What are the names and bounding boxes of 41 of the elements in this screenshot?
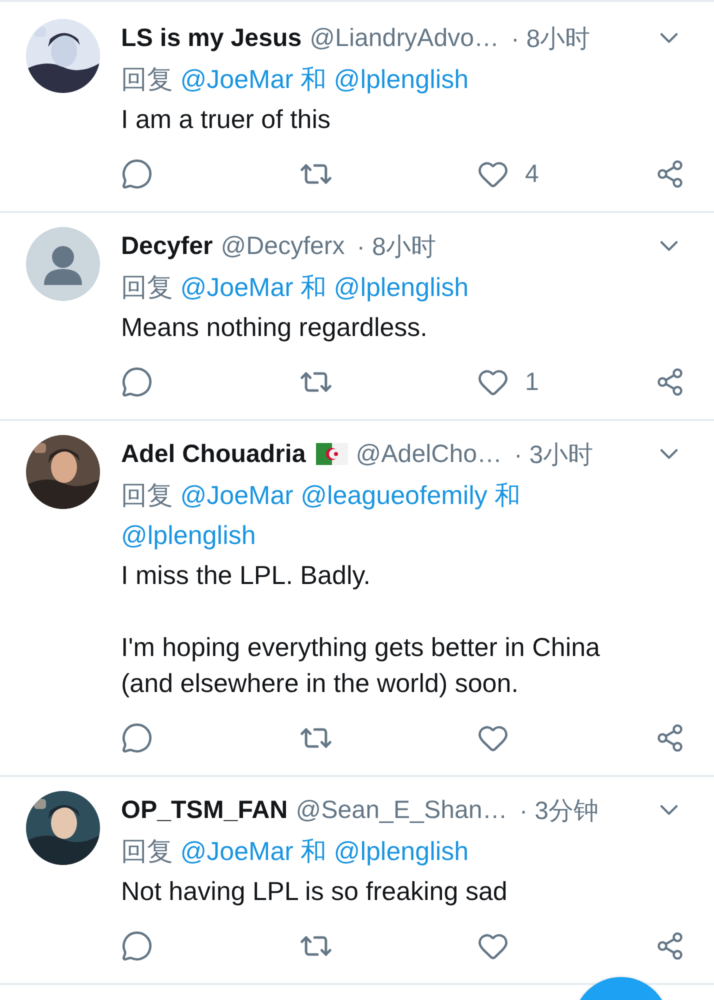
user-handle[interactable]: @LiandryAdvo… bbox=[310, 24, 500, 52]
like-count: 4 bbox=[525, 160, 539, 188]
tweet-text: Not having LPL is so freaking sad bbox=[121, 875, 508, 908]
user-handle[interactable]: @Decyferx bbox=[220, 232, 345, 260]
reply-line: 回复 @JoeMar 和 @lplenglish bbox=[121, 271, 470, 304]
mention-link[interactable]: @JoeMar bbox=[180, 836, 294, 866]
reply-icon[interactable] bbox=[121, 722, 153, 754]
like-count: 1 bbox=[525, 368, 539, 396]
tweet-text: I'm hoping everything gets better in China (and elsewhere in the world) soon. bbox=[121, 631, 602, 700]
timestamp: · 8小时 bbox=[356, 232, 436, 262]
user-name[interactable]: Decyfer bbox=[121, 232, 213, 260]
share-icon[interactable] bbox=[655, 367, 685, 397]
mention-link[interactable]: @lplenglish bbox=[334, 836, 469, 866]
timestamp: · 3小时 bbox=[514, 440, 594, 470]
user-name[interactable]: LS is my Jesus bbox=[121, 24, 302, 52]
tweet-text: I am a truer of this bbox=[121, 103, 332, 136]
mention-link[interactable]: @lplenglish bbox=[334, 64, 469, 94]
reply-line: 回复 @JoeMar @leagueofemily 和 @lplenglish bbox=[121, 479, 522, 552]
mention-link[interactable]: @leagueofemily bbox=[300, 480, 488, 510]
user-name[interactable]: Adel Chouadria bbox=[121, 440, 306, 468]
reply-icon[interactable] bbox=[121, 366, 153, 398]
reply-line: 回复 @JoeMar 和 @lplenglish bbox=[121, 835, 470, 868]
share-icon[interactable] bbox=[655, 159, 685, 189]
default-avatar-icon bbox=[26, 227, 100, 301]
reply-icon[interactable] bbox=[121, 158, 153, 190]
mention-link[interactable]: @JoeMar bbox=[180, 480, 294, 510]
mention-link[interactable]: @JoeMar bbox=[180, 64, 294, 94]
reply-line: 回复 @JoeMar 和 @lplenglish bbox=[121, 63, 470, 96]
user-handle[interactable]: @Sean_E_Shan… bbox=[296, 796, 508, 824]
user-name[interactable]: OP_TSM_FAN bbox=[121, 796, 288, 824]
share-icon[interactable] bbox=[655, 931, 685, 961]
tweet-text: Means nothing regardless. bbox=[121, 311, 428, 344]
mention-link[interactable]: @JoeMar bbox=[180, 272, 294, 302]
tweet-text: I miss the LPL. Badly. bbox=[121, 559, 372, 592]
mention-link[interactable]: @lplenglish bbox=[121, 520, 256, 550]
mention-link[interactable]: @lplenglish bbox=[334, 272, 469, 302]
user-handle[interactable]: @AdelCho… bbox=[356, 440, 502, 468]
reply-icon[interactable] bbox=[121, 930, 153, 962]
share-icon[interactable] bbox=[655, 723, 685, 753]
timestamp: · 8小时 bbox=[511, 24, 590, 54]
timestamp: · 3分钟 bbox=[519, 796, 599, 826]
